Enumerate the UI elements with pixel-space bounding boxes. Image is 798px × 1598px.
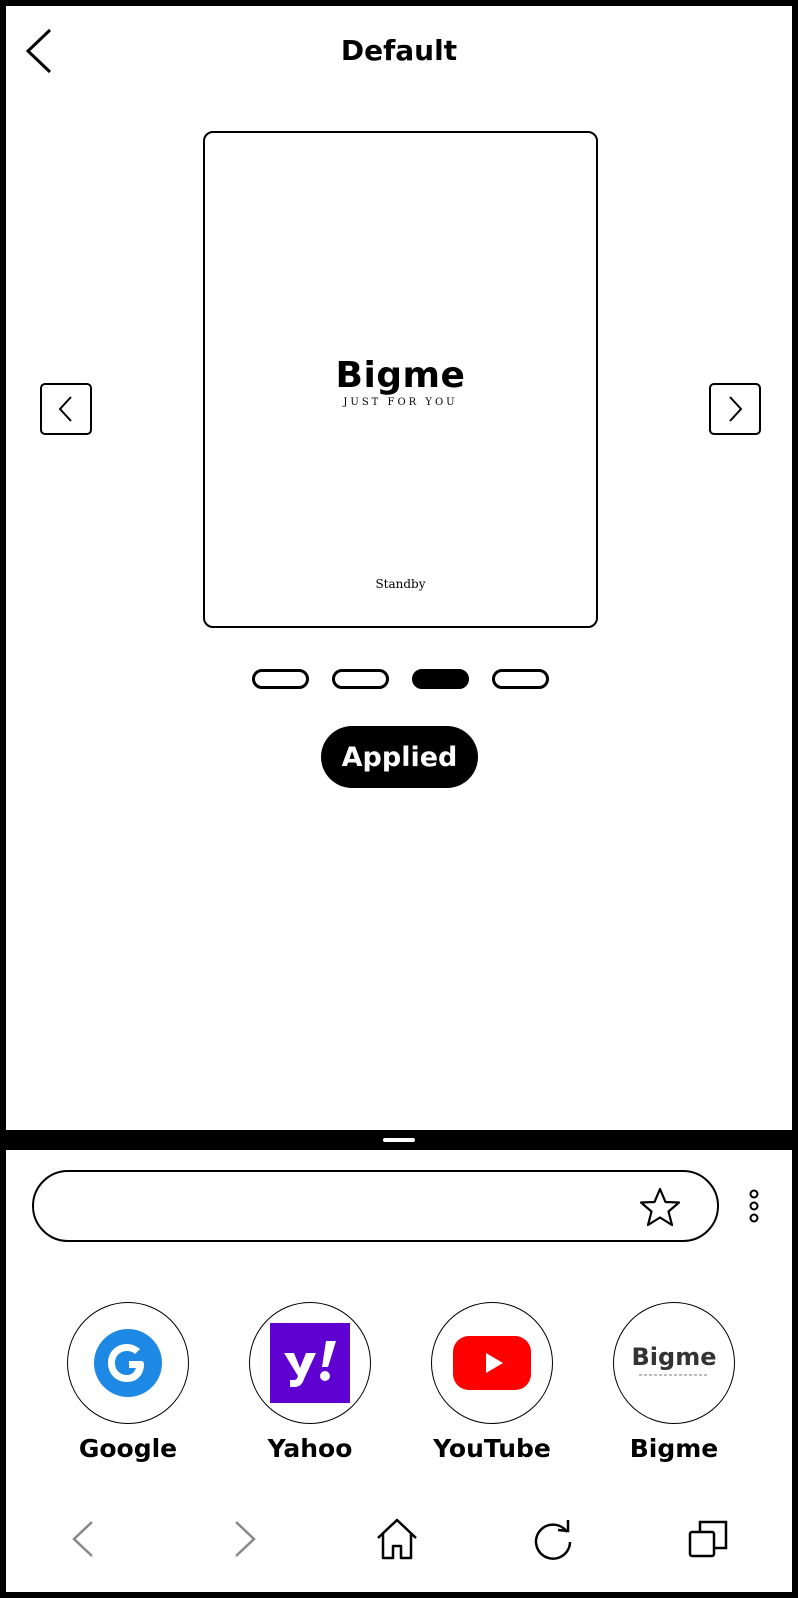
- browser-forward-button[interactable]: [218, 1514, 268, 1564]
- url-input[interactable]: [58, 1182, 618, 1230]
- page-indicator-dot-2[interactable]: [332, 669, 389, 689]
- browser-back-button[interactable]: [62, 1514, 112, 1564]
- page-indicator-dot-3-active[interactable]: [412, 669, 469, 689]
- bookmark-star-icon[interactable]: [638, 1186, 682, 1230]
- bigme-logo-text: Bigme: [632, 1343, 717, 1371]
- tabs-button[interactable]: [684, 1514, 734, 1564]
- wallpaper-preview[interactable]: Bigme JUST FOR YOU Standby: [203, 131, 598, 628]
- chevron-left-icon: [72, 1521, 93, 1557]
- chevron-left-icon: [58, 396, 72, 422]
- shortcut-label: Google: [78, 1434, 178, 1463]
- google-icon: [67, 1302, 189, 1424]
- tabs-icon: [688, 1520, 728, 1558]
- shortcut-bigme[interactable]: Bigme Bigme: [604, 1302, 744, 1482]
- browser-pane: Google Yahoo YouTube Bigme Bigme: [6, 1150, 792, 1592]
- next-wallpaper-button[interactable]: [709, 383, 761, 435]
- shortcut-yahoo[interactable]: Yahoo: [240, 1302, 380, 1482]
- reload-button[interactable]: [528, 1514, 578, 1564]
- page-indicator-dot-4[interactable]: [492, 669, 549, 689]
- more-options-icon[interactable]: [748, 1188, 760, 1228]
- bigme-icon: Bigme: [613, 1302, 735, 1424]
- shortcut-label: YouTube: [433, 1434, 551, 1463]
- standby-label: Standby: [375, 577, 426, 591]
- home-icon: [377, 1518, 417, 1560]
- reload-icon: [534, 1520, 572, 1560]
- shortcut-youtube[interactable]: YouTube: [422, 1302, 562, 1482]
- chevron-right-icon: [235, 1521, 256, 1557]
- shortcut-label: Bigme: [629, 1434, 719, 1463]
- page-indicator: [6, 669, 792, 689]
- address-bar[interactable]: [32, 1170, 719, 1242]
- page-title: Default: [340, 34, 458, 67]
- home-button[interactable]: [372, 1514, 422, 1564]
- yahoo-icon: [249, 1302, 371, 1424]
- brand-logo: Bigme: [335, 355, 466, 396]
- chevron-right-icon: [729, 396, 743, 422]
- previous-wallpaper-button[interactable]: [40, 383, 92, 435]
- applied-button[interactable]: Applied: [321, 726, 478, 788]
- youtube-icon: [431, 1302, 553, 1424]
- page-indicator-dot-1[interactable]: [252, 669, 309, 689]
- split-screen-handle[interactable]: [383, 1138, 415, 1142]
- shortcut-google[interactable]: Google: [58, 1302, 198, 1482]
- standby-settings-pane: Default Bigme JUST FOR YOU Standby Appli…: [6, 6, 792, 1130]
- shortcut-label: Yahoo: [267, 1434, 353, 1463]
- brand-tagline: JUST FOR YOU: [343, 397, 458, 408]
